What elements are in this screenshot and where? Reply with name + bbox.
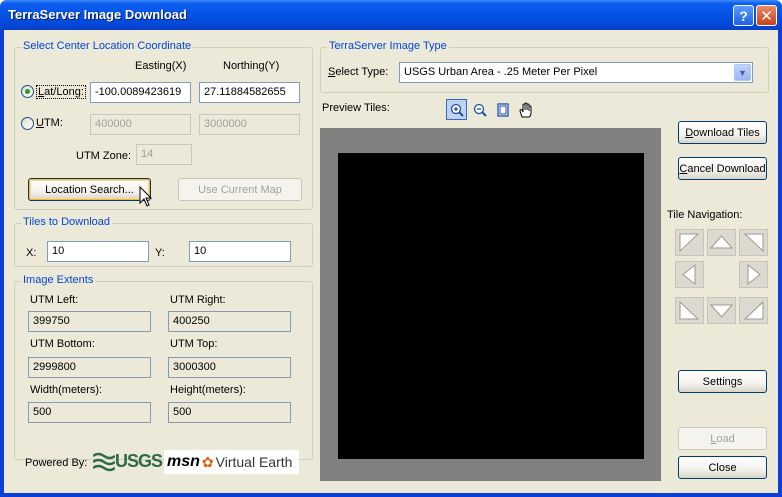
image-type-group-title: TerraServer Image Type bbox=[327, 40, 449, 52]
nav-east-button[interactable] bbox=[739, 261, 768, 288]
latlong-easting-field[interactable]: -100.0089423619 bbox=[90, 82, 191, 103]
nav-south-button[interactable] bbox=[707, 297, 736, 324]
utm-right-field: 400250 bbox=[168, 311, 291, 332]
arrow-northeast-icon bbox=[743, 233, 764, 253]
height-label: Height(meters): bbox=[170, 384, 246, 396]
nav-north-button[interactable] bbox=[707, 229, 736, 256]
msn-virtual-earth-logo: msn ✿ Virtual Earth bbox=[164, 450, 299, 474]
arrow-down-icon bbox=[709, 304, 734, 318]
utm-northing-field[interactable]: 3000000 bbox=[199, 114, 300, 135]
tiles-x-field[interactable]: 10 bbox=[47, 241, 149, 262]
zoom-out-button[interactable] bbox=[470, 100, 490, 120]
pan-hand-icon bbox=[519, 102, 532, 118]
latlong-northing-field[interactable]: 27.11884582655 bbox=[199, 82, 300, 103]
utm-bottom-label: UTM Bottom: bbox=[30, 338, 95, 350]
arrow-up-icon bbox=[709, 235, 734, 249]
image-type-group: TerraServer Image Type Select Type: USGS… bbox=[320, 40, 769, 93]
usgs-logo: USGS bbox=[93, 451, 163, 472]
use-current-map-button[interactable]: Use Current Map bbox=[178, 178, 302, 201]
preview-tiles-canvas[interactable] bbox=[338, 153, 644, 459]
image-extents-group-title: Image Extents bbox=[21, 274, 96, 286]
latlong-label[interactable]: Lat/Long: bbox=[36, 85, 86, 99]
width-label: Width(meters): bbox=[30, 384, 103, 396]
page-icon bbox=[497, 103, 509, 117]
load-button[interactable]: Load bbox=[678, 427, 767, 450]
tiles-group-title: Tiles to Download bbox=[21, 216, 113, 228]
utm-top-label: UTM Top: bbox=[170, 338, 218, 350]
mouse-cursor-icon bbox=[139, 186, 153, 207]
arrow-northwest-icon bbox=[679, 233, 700, 253]
select-type-label: Select Type: bbox=[328, 66, 389, 78]
utm-bottom-field: 2999800 bbox=[28, 357, 151, 378]
utm-right-label: UTM Right: bbox=[170, 294, 226, 306]
powered-by-label: Powered By: bbox=[25, 457, 88, 469]
utm-radio[interactable] bbox=[21, 117, 34, 130]
utm-top-field: 3000300 bbox=[168, 357, 291, 378]
close-icon: ✕ bbox=[760, 7, 773, 25]
full-extent-button[interactable] bbox=[493, 100, 513, 120]
settings-button[interactable]: Settings bbox=[678, 370, 767, 393]
close-window-button[interactable]: ✕ bbox=[756, 5, 777, 26]
tiles-group: Tiles to Download X: 10 Y: 10 bbox=[14, 216, 313, 267]
preview-tiles-label: Preview Tiles: bbox=[322, 102, 390, 114]
nav-southeast-button[interactable] bbox=[739, 297, 768, 324]
tiles-x-label: X: bbox=[26, 247, 37, 259]
tiles-y-field[interactable]: 10 bbox=[189, 241, 291, 262]
tiles-y-label: Y: bbox=[155, 247, 165, 259]
center-location-group: Select Center Location Coordinate Eastin… bbox=[14, 40, 313, 210]
utm-easting-field[interactable]: 400000 bbox=[90, 114, 191, 135]
latlong-radio[interactable] bbox=[21, 85, 34, 98]
easting-header: Easting(X) bbox=[135, 60, 187, 72]
close-button[interactable]: Close bbox=[678, 456, 767, 479]
image-type-select[interactable]: USGS Urban Area - .25 Meter Per Pixel ▼ bbox=[399, 62, 753, 83]
location-search-button[interactable]: Location Search... bbox=[28, 178, 151, 201]
zoom-in-button[interactable] bbox=[446, 99, 467, 120]
nav-west-button[interactable] bbox=[675, 261, 704, 288]
utm-zone-field[interactable]: 14 bbox=[136, 144, 192, 165]
utm-left-field: 399750 bbox=[28, 311, 151, 332]
center-location-group-title: Select Center Location Coordinate bbox=[21, 40, 194, 52]
arrow-southwest-icon bbox=[679, 300, 700, 320]
window-title: TerraServer Image Download bbox=[8, 7, 187, 22]
zoom-out-icon bbox=[473, 103, 487, 117]
msn-butterfly-icon: ✿ bbox=[201, 453, 214, 470]
title-bar[interactable]: TerraServer Image Download ? ✕ bbox=[0, 0, 782, 30]
help-button[interactable]: ? bbox=[733, 5, 754, 26]
preview-frame bbox=[320, 128, 661, 481]
dialog-window: TerraServer Image Download ? ✕ Select Ce… bbox=[0, 0, 782, 497]
utm-left-label: UTM Left: bbox=[30, 294, 79, 306]
northing-header: Northing(Y) bbox=[223, 60, 280, 72]
arrow-right-icon bbox=[747, 263, 761, 286]
nav-northwest-button[interactable] bbox=[675, 229, 704, 256]
utm-label[interactable]: UTM: bbox=[36, 117, 63, 129]
chevron-down-icon[interactable]: ▼ bbox=[734, 64, 751, 81]
nav-northeast-button[interactable] bbox=[739, 229, 768, 256]
arrow-southeast-icon bbox=[743, 300, 764, 320]
height-field: 500 bbox=[168, 402, 291, 423]
help-icon: ? bbox=[739, 7, 748, 24]
utm-zone-label: UTM Zone: bbox=[76, 150, 132, 162]
pan-button[interactable] bbox=[516, 100, 536, 120]
zoom-in-icon bbox=[450, 103, 464, 117]
download-tiles-button[interactable]: Download Tiles bbox=[678, 121, 767, 144]
image-extents-group: Image Extents UTM Left: 399750 UTM Right… bbox=[14, 274, 313, 460]
cancel-download-button[interactable]: Cancel Download bbox=[678, 157, 767, 180]
dialog-client-area: Select Center Location Coordinate Eastin… bbox=[4, 30, 778, 493]
arrow-left-icon bbox=[682, 263, 696, 286]
width-field: 500 bbox=[28, 402, 151, 423]
nav-southwest-button[interactable] bbox=[675, 297, 704, 324]
tile-navigation-label: Tile Navigation: bbox=[667, 209, 743, 221]
image-type-selected-value: USGS Urban Area - .25 Meter Per Pixel bbox=[404, 66, 598, 78]
usgs-wave-icon bbox=[93, 452, 115, 471]
